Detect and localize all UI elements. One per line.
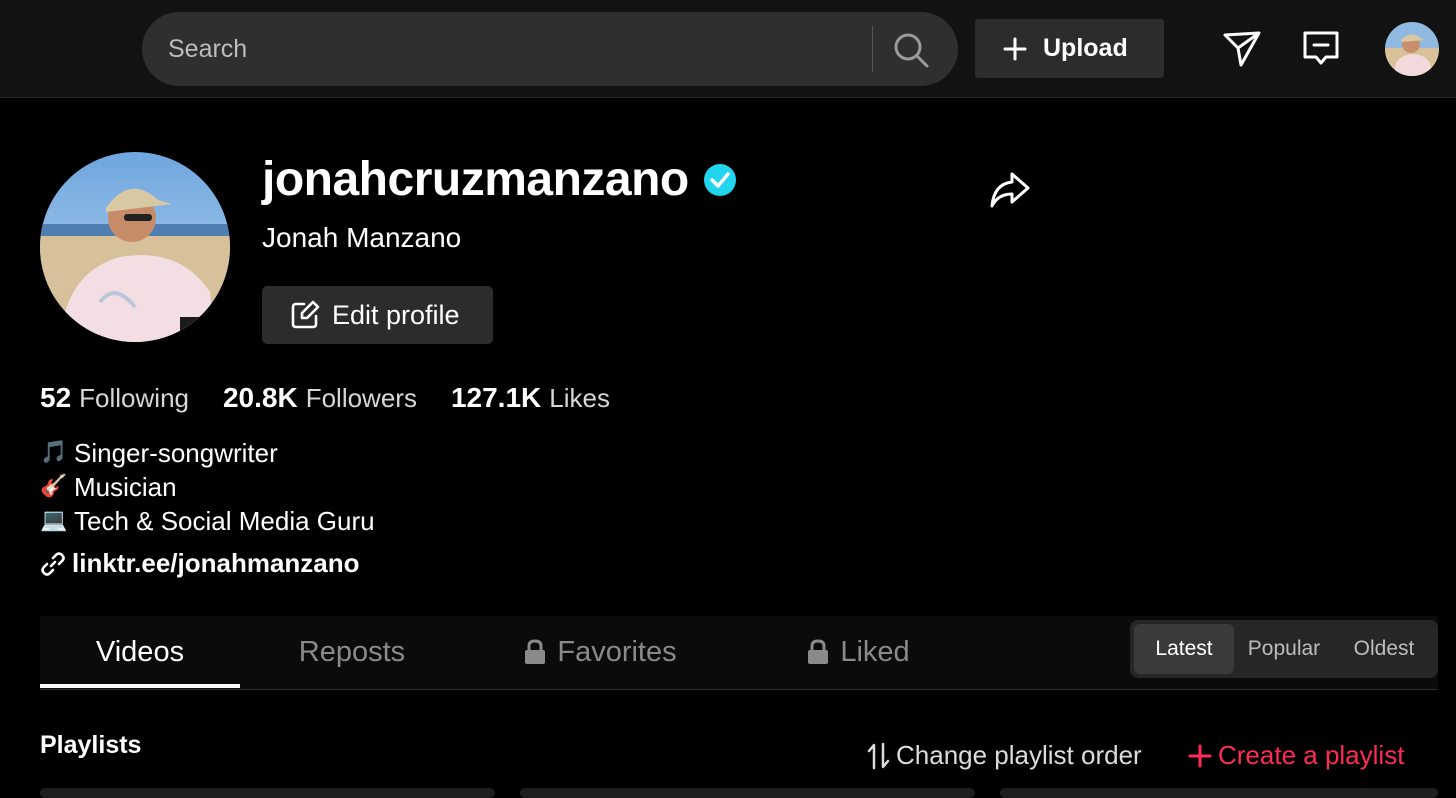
stat-label: Following: [79, 383, 189, 413]
playlists-heading: Playlists: [40, 731, 142, 759]
tab-reposts[interactable]: Reposts: [252, 616, 452, 688]
tab-liked[interactable]: Liked: [768, 616, 948, 688]
bio-line: 🎵 Singer-songwriter: [40, 436, 375, 470]
change-playlist-order-button[interactable]: Change playlist order: [866, 740, 1142, 771]
search-input[interactable]: [168, 12, 868, 86]
inbox-icon[interactable]: [1300, 27, 1342, 69]
share-icon[interactable]: [986, 168, 1032, 210]
sort-arrows-icon: [867, 742, 890, 769]
username: jonahcruzmanzano: [262, 153, 689, 206]
bio-line: 🎸 Musician: [40, 470, 375, 504]
profile-link[interactable]: linktr.ee/jonahmanzano: [40, 548, 360, 579]
active-tab-indicator: [40, 684, 240, 688]
content-tabs: Videos Reposts Favorites Liked Latest Po…: [40, 616, 1438, 690]
plus-icon: [1188, 744, 1212, 767]
stat-followers[interactable]: 20.8K Followers: [223, 382, 417, 414]
tab-videos[interactable]: Videos: [40, 616, 240, 688]
profile-avatar: [40, 152, 230, 342]
display-name: Jonah Manzano: [262, 222, 462, 253]
profile-stats: 52 Following 20.8K Followers 127.1K Likes: [40, 382, 610, 414]
stat-label: Followers: [305, 383, 417, 413]
stat-label: Likes: [549, 383, 610, 413]
edit-icon: [291, 300, 320, 329]
stat-value: 127.1K: [450, 382, 542, 413]
tab-label: Favorites: [557, 635, 677, 668]
lock-icon: [525, 639, 546, 664]
tab-label: Liked: [840, 635, 910, 668]
upload-label: Upload: [1043, 34, 1128, 62]
sort-oldest-button[interactable]: Oldest: [1334, 624, 1434, 674]
edit-profile-button[interactable]: Edit profile: [262, 286, 493, 344]
tab-label: Videos: [95, 635, 185, 668]
bio-text: Musician: [74, 472, 177, 502]
sort-toggle: Latest Popular Oldest: [1130, 620, 1438, 678]
laptop-icon: 💻: [40, 508, 68, 533]
profile-link-text: linktr.ee/jonahmanzano: [72, 548, 360, 578]
top-navigation-bar: Upload: [0, 0, 1456, 98]
sort-latest-button[interactable]: Latest: [1134, 624, 1234, 674]
bio-text: Singer-songwriter: [74, 438, 278, 468]
playlist-card[interactable]: [520, 788, 975, 798]
tab-favorites[interactable]: Favorites: [500, 616, 700, 688]
sort-popular-button[interactable]: Popular: [1234, 624, 1334, 674]
bio-line: 💻 Tech & Social Media Guru: [40, 504, 375, 538]
link-icon: [41, 551, 65, 576]
stat-value: 52: [40, 382, 72, 413]
playlist-card[interactable]: [40, 788, 495, 798]
create-playlist-label: Create a playlist: [1218, 740, 1405, 770]
verified-badge-icon: [703, 163, 736, 196]
stat-likes: 127.1K Likes: [451, 382, 610, 414]
lock-icon: [808, 639, 829, 664]
change-order-label: Change playlist order: [896, 740, 1142, 770]
bio-text: Tech & Social Media Guru: [74, 506, 375, 536]
profile-bio: 🎵 Singer-songwriter 🎸 Musician 💻 Tech & …: [40, 436, 375, 538]
guitar-icon: 🎸: [40, 474, 68, 499]
send-icon[interactable]: [1221, 27, 1263, 69]
upload-button[interactable]: Upload: [975, 19, 1164, 78]
username-row: jonahcruzmanzano: [262, 152, 737, 207]
edit-profile-label: Edit profile: [332, 299, 460, 330]
search-divider: [872, 26, 873, 72]
playlist-card[interactable]: [1000, 788, 1438, 798]
tab-label: Reposts: [298, 635, 406, 668]
search-icon[interactable]: [890, 29, 932, 71]
stat-following[interactable]: 52 Following: [40, 382, 189, 414]
create-playlist-button[interactable]: Create a playlist: [1188, 740, 1404, 771]
user-avatar-small[interactable]: [1385, 22, 1439, 76]
search-bar: [142, 12, 958, 86]
stat-value: 20.8K: [222, 382, 298, 413]
plus-icon: [1003, 37, 1027, 60]
music-note-icon: 🎵: [40, 440, 68, 465]
